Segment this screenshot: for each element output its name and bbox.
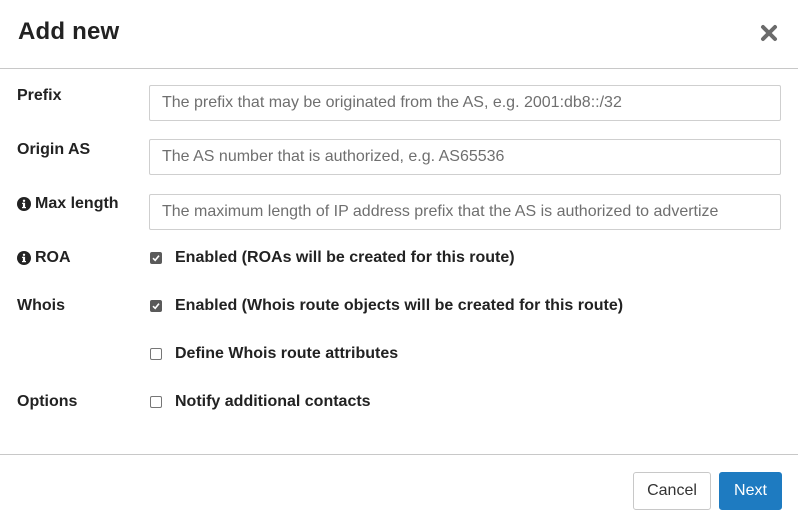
- define-whois-attributes-checkbox[interactable]: [150, 348, 162, 360]
- notify-contacts-checkbox[interactable]: [150, 396, 162, 408]
- roa-enabled-checkbox[interactable]: [150, 252, 162, 264]
- dialog-footer-divider: [0, 454, 798, 455]
- info-icon[interactable]: [17, 251, 31, 265]
- checkmark-icon: [152, 255, 160, 262]
- next-button[interactable]: Next: [719, 472, 782, 510]
- notify-contacts-option[interactable]: Notify additional contacts: [149, 393, 371, 411]
- prefix-label-text: Prefix: [17, 87, 62, 104]
- add-new-dialog: Add new Prefix Origin AS Max length: [0, 0, 798, 526]
- options-label: Options: [17, 393, 77, 411]
- define-whois-attributes-label[interactable]: Define Whois route attributes: [175, 345, 398, 363]
- close-icon[interactable]: [756, 20, 782, 46]
- info-icon[interactable]: [17, 197, 31, 211]
- max-length-label-text: Max length: [35, 195, 119, 212]
- origin-as-input[interactable]: [149, 139, 781, 175]
- origin-as-label-text: Origin AS: [17, 141, 91, 158]
- define-whois-attributes-option[interactable]: Define Whois route attributes: [149, 345, 398, 363]
- roa-label: ROA: [17, 249, 71, 267]
- whois-enabled-label[interactable]: Enabled (Whois route objects will be cre…: [175, 297, 623, 315]
- roa-label-text: ROA: [35, 249, 71, 266]
- dialog-header: Add new: [0, 0, 798, 69]
- whois-enabled-checkbox[interactable]: [150, 300, 162, 312]
- whois-enabled-option[interactable]: Enabled (Whois route objects will be cre…: [149, 297, 623, 315]
- whois-label-text: Whois: [17, 297, 65, 314]
- origin-as-label: Origin AS: [17, 141, 90, 159]
- whois-label: Whois: [17, 297, 65, 315]
- max-length-input[interactable]: [149, 194, 781, 230]
- prefix-input[interactable]: [149, 85, 781, 121]
- roa-enabled-option[interactable]: Enabled (ROAs will be created for this r…: [149, 249, 515, 267]
- options-label-text: Options: [17, 393, 78, 410]
- dialog-title: Add new: [18, 18, 120, 45]
- prefix-label: Prefix: [17, 87, 61, 105]
- roa-enabled-label[interactable]: Enabled (ROAs will be created for this r…: [175, 249, 515, 267]
- max-length-label: Max length: [17, 195, 119, 213]
- checkmark-icon: [152, 303, 160, 310]
- cancel-button[interactable]: Cancel: [633, 472, 711, 510]
- notify-contacts-label[interactable]: Notify additional contacts: [175, 393, 371, 411]
